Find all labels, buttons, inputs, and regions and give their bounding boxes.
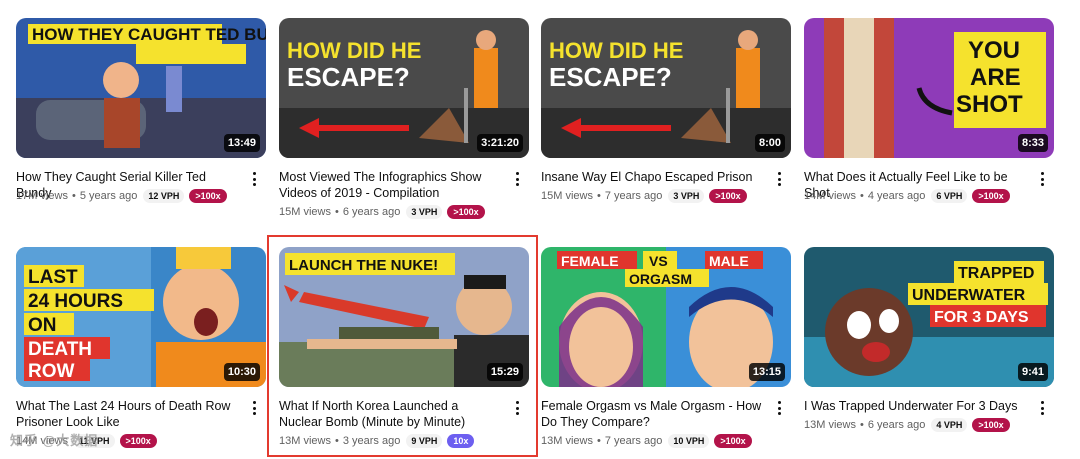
view-count: 15M views xyxy=(541,190,593,202)
svg-text:ON: ON xyxy=(28,315,57,336)
video-meta: 13M views • 6 years ago 4 VPH >100x xyxy=(804,418,1010,432)
video-title[interactable]: Insane Way El Chapo Escaped Prison xyxy=(541,169,763,185)
vph-badge: 3 VPH xyxy=(668,189,705,203)
svg-text:MALE: MALE xyxy=(709,253,749,269)
more-options-icon[interactable] xyxy=(1036,399,1048,417)
video-meta: 13M views • 7 years ago 10 VPH >100x xyxy=(541,434,752,448)
outlier-badge: 10x xyxy=(447,434,475,448)
video-title[interactable]: What The Last 24 Hours of Death Row Pris… xyxy=(16,398,238,430)
svg-text:TRAPPED: TRAPPED xyxy=(958,265,1034,282)
svg-text:ROW: ROW xyxy=(28,361,75,382)
svg-text:ARE: ARE xyxy=(970,64,1021,91)
more-options-icon[interactable] xyxy=(773,170,785,188)
vph-badge: 9 VPH xyxy=(406,434,443,448)
view-count: 13M views xyxy=(541,435,593,447)
svg-text:DEATH: DEATH xyxy=(28,339,92,360)
video-meta: 15M views • 7 years ago 3 VPH >100x xyxy=(541,189,747,203)
video-meta: 13M views • 3 years ago 9 VPH 10x xyxy=(279,434,475,448)
video-meta: 15M views • 6 years ago 3 VPH >100x xyxy=(279,205,485,219)
svg-text:ESCAPE?: ESCAPE? xyxy=(549,62,672,92)
video-title[interactable]: Female Orgasm vs Male Orgasm - How Do Th… xyxy=(541,398,763,430)
vph-badge: 6 VPH xyxy=(931,189,968,203)
upload-age: 7 years ago xyxy=(604,435,663,447)
svg-text:FEMALE: FEMALE xyxy=(561,253,619,269)
video-thumbnail[interactable]: HOW DID HE ESCAPE? 8:00 xyxy=(541,18,791,158)
outlier-badge: >100x xyxy=(972,418,1010,432)
upload-age: 4 years ago xyxy=(867,190,926,202)
vph-badge: 4 VPH xyxy=(931,418,968,432)
video-thumbnail[interactable]: TRAPPED UNDERWATER FOR 3 DAYS 9:41 xyxy=(804,247,1054,387)
watermark: 知乎 @大数据 xyxy=(10,433,99,448)
more-options-icon[interactable] xyxy=(1036,170,1048,188)
outlier-badge: >100x xyxy=(714,434,752,448)
upload-age: 6 years ago xyxy=(867,419,926,431)
thumbnail-image: YOU ARE SHOT xyxy=(804,18,1054,158)
video-title[interactable]: I Was Trapped Underwater For 3 Days xyxy=(804,398,1026,414)
view-count: 14M views xyxy=(804,190,856,202)
video-title[interactable]: Most Viewed The Infographics Show Videos… xyxy=(279,169,501,201)
outlier-badge: >100x xyxy=(447,205,485,219)
more-options-icon[interactable] xyxy=(248,399,260,417)
outlier-badge: >100x xyxy=(972,189,1010,203)
thumbnail-image: HOW DID HE ESCAPE? xyxy=(541,18,791,158)
more-options-icon[interactable] xyxy=(511,399,523,417)
svg-text:SHOT: SHOT xyxy=(956,91,1023,118)
svg-text:ORGASM: ORGASM xyxy=(629,271,692,287)
svg-text:24 HOURS: 24 HOURS xyxy=(28,291,123,312)
duration-badge: 9:41 xyxy=(1017,363,1048,381)
duration-badge: 8:33 xyxy=(1017,134,1048,152)
thumb-text-line1: HOW THEY CAUGHT TED BUNDY xyxy=(32,25,266,44)
svg-text:HOW DID HE: HOW DID HE xyxy=(287,38,421,63)
view-count: 13M views xyxy=(279,435,331,447)
video-meta: 17M views • 5 years ago 12 VPH >100x xyxy=(16,189,227,203)
video-thumbnail[interactable]: HOW THEY CAUGHT TED BUNDY 13:49 xyxy=(16,18,266,158)
video-grid: HOW THEY CAUGHT TED BUNDY 13:49 How They… xyxy=(0,0,1080,459)
duration-badge: 10:30 xyxy=(223,363,260,381)
svg-text:LAUNCH THE NUKE!: LAUNCH THE NUKE! xyxy=(289,257,438,274)
more-options-icon[interactable] xyxy=(511,170,523,188)
duration-badge: 13:49 xyxy=(223,134,260,152)
svg-text:YOU: YOU xyxy=(968,37,1020,64)
video-thumbnail[interactable]: YOU ARE SHOT 8:33 xyxy=(804,18,1054,158)
video-thumbnail[interactable]: HOW DID HE ESCAPE? 3:21:20 xyxy=(279,18,529,158)
video-title[interactable]: What If North Korea Launched a Nuclear B… xyxy=(279,398,501,430)
duration-badge: 3:21:20 xyxy=(477,134,523,152)
svg-text:VS: VS xyxy=(649,253,668,269)
view-count: 13M views xyxy=(804,419,856,431)
duration-badge: 8:00 xyxy=(754,134,785,152)
duration-badge: 15:29 xyxy=(486,363,523,381)
video-thumbnail[interactable]: LAUNCH THE NUKE! 15:29 xyxy=(279,247,529,387)
vph-badge: 10 VPH xyxy=(668,434,710,448)
duration-badge: 13:15 xyxy=(748,363,785,381)
svg-text:ESCAPE?: ESCAPE? xyxy=(287,62,410,92)
svg-text:HOW DID HE: HOW DID HE xyxy=(549,38,683,63)
video-thumbnail[interactable]: FEMALE VS MALE ORGASM 13:15 xyxy=(541,247,791,387)
upload-age: 5 years ago xyxy=(79,190,138,202)
vph-badge: 12 VPH xyxy=(143,189,185,203)
more-options-icon[interactable] xyxy=(773,399,785,417)
svg-text:UNDERWATER: UNDERWATER xyxy=(912,287,1026,304)
outlier-badge: >100x xyxy=(189,189,227,203)
outlier-badge: >100x xyxy=(119,434,157,448)
upload-age: 7 years ago xyxy=(604,190,663,202)
outlier-badge: >100x xyxy=(709,189,747,203)
upload-age: 3 years ago xyxy=(342,435,401,447)
view-count: 15M views xyxy=(279,206,331,218)
video-meta: 14M views • 4 years ago 6 VPH >100x xyxy=(804,189,1010,203)
vph-badge: 3 VPH xyxy=(406,205,443,219)
view-count: 17M views xyxy=(16,190,68,202)
thumbnail-image: TRAPPED UNDERWATER FOR 3 DAYS xyxy=(804,247,1054,387)
svg-text:FOR 3 DAYS: FOR 3 DAYS xyxy=(934,309,1029,326)
more-options-icon[interactable] xyxy=(248,170,260,188)
svg-text:LAST: LAST xyxy=(28,267,78,288)
upload-age: 6 years ago xyxy=(342,206,401,218)
video-thumbnail[interactable]: LAST 24 HOURS ON DEATH ROW 10:30 xyxy=(16,247,266,387)
